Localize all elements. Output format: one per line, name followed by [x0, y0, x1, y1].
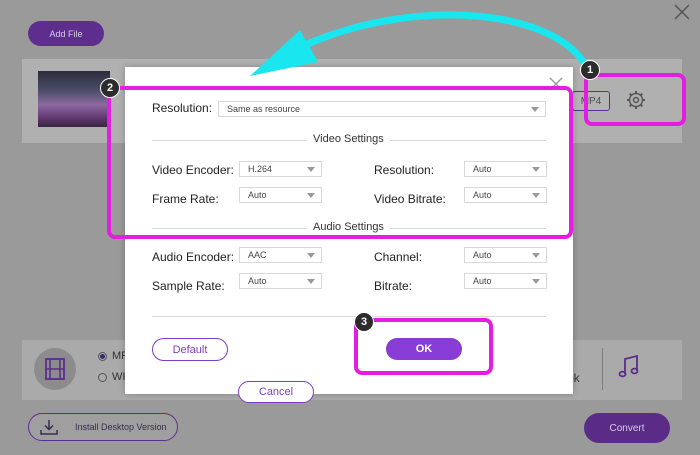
audio-encoder-label: Audio Encoder:	[152, 250, 235, 264]
channel-select[interactable]: Auto	[464, 247, 547, 263]
footer-divider	[152, 316, 546, 317]
sample-rate-value: Auto	[248, 276, 267, 286]
bitrate-value: Auto	[473, 276, 492, 286]
sample-rate-select[interactable]: Auto	[239, 273, 322, 289]
step-badge-3: 3	[354, 312, 374, 332]
audio-encoder-value: AAC	[248, 250, 267, 260]
channel-value: Auto	[473, 250, 492, 260]
highlight-box-settings	[584, 73, 686, 126]
video-thumbnail	[38, 71, 110, 127]
highlight-box-video-settings	[107, 86, 573, 239]
add-file-button[interactable]: Add File	[28, 21, 104, 46]
install-desktop-label: Install Desktop Version	[75, 422, 167, 432]
step-badge-2: 2	[100, 78, 120, 98]
chevron-down-icon	[307, 253, 315, 258]
divider	[602, 348, 603, 390]
film-icon[interactable]	[34, 348, 76, 390]
close-icon[interactable]	[672, 2, 692, 22]
chevron-down-icon	[532, 279, 540, 284]
bitrate-select[interactable]: Auto	[464, 273, 547, 289]
music-icon[interactable]	[616, 354, 642, 380]
radio-mp[interactable]	[98, 352, 107, 361]
default-button[interactable]: Default	[152, 338, 228, 361]
bitrate-label: Bitrate:	[374, 279, 413, 293]
channel-label: Channel:	[374, 250, 423, 264]
radio-wi[interactable]	[98, 373, 107, 382]
highlight-box-ok	[354, 318, 493, 375]
install-desktop-button[interactable]: Install Desktop Version	[28, 413, 178, 441]
chevron-down-icon	[307, 279, 315, 284]
radio-wi-label: WI	[112, 371, 126, 383]
convert-button[interactable]: Convert	[584, 413, 670, 443]
audio-encoder-select[interactable]: AAC	[239, 247, 322, 263]
sample-rate-label: Sample Rate:	[152, 279, 225, 293]
step-badge-1: 1	[580, 60, 600, 80]
chevron-down-icon	[532, 253, 540, 258]
download-icon	[40, 420, 58, 435]
cancel-button[interactable]: Cancel	[238, 381, 314, 403]
